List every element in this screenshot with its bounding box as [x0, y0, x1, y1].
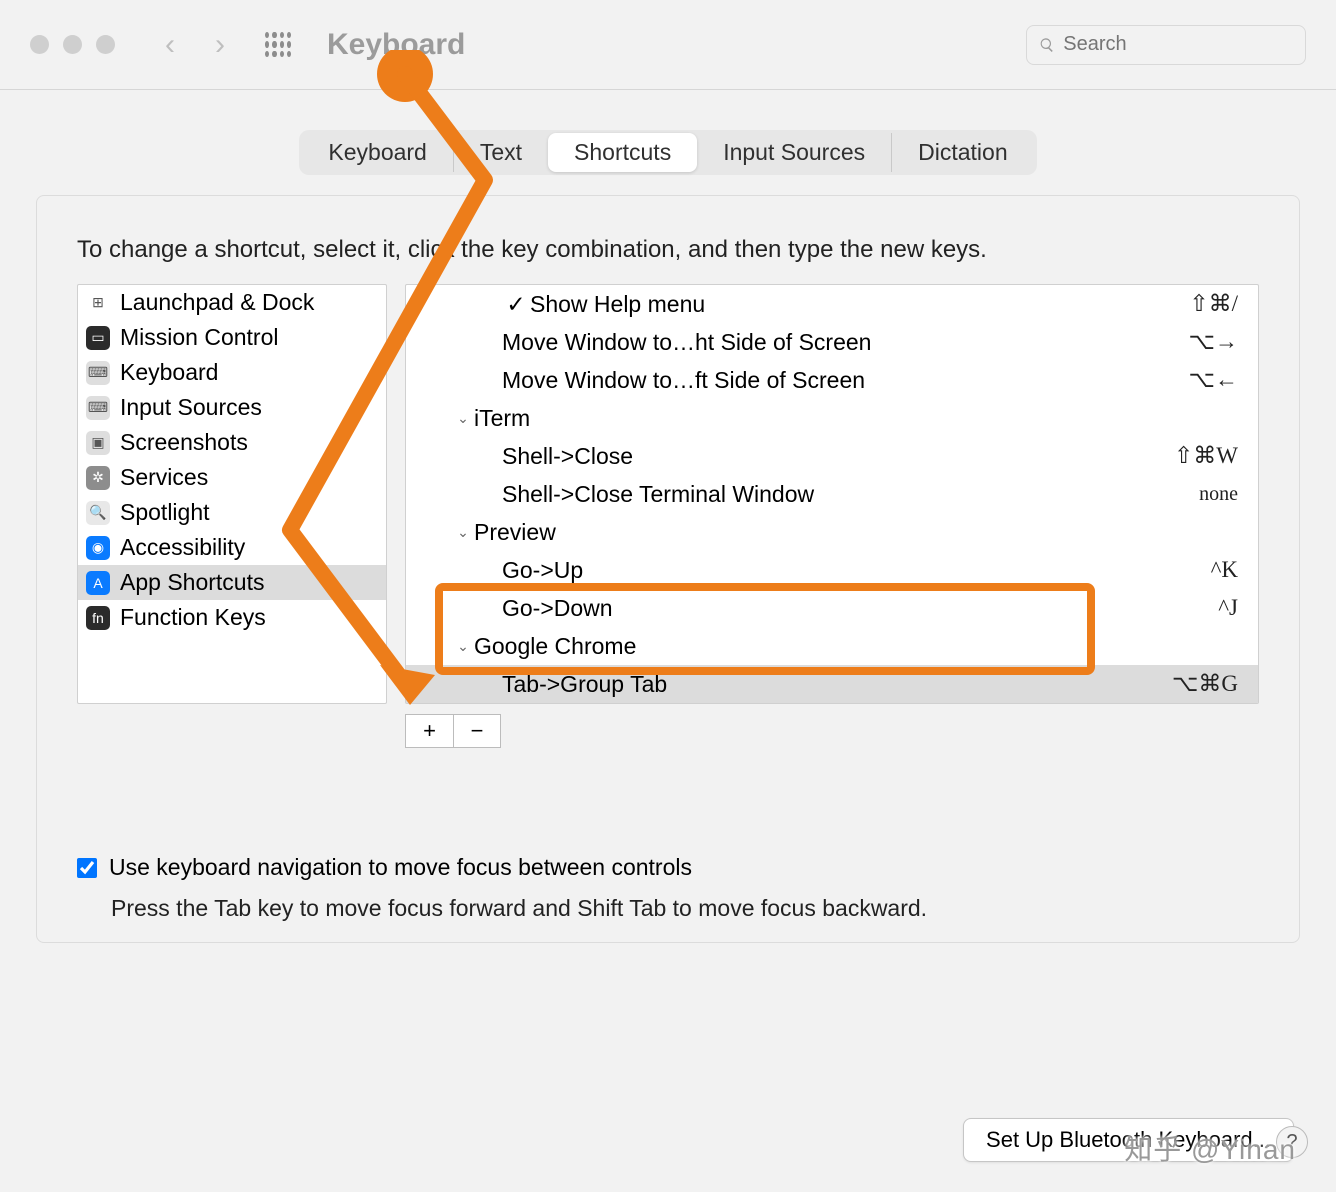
shortcut-row[interactable]: ✓Show Help menu⇧⌘/ [406, 285, 1258, 323]
sidebar-item-label: Mission Control [120, 324, 279, 351]
search-box[interactable] [1026, 25, 1306, 65]
category-icon: ⌨ [86, 361, 110, 385]
sidebar-item-screenshots[interactable]: ▣ Screenshots [78, 425, 386, 460]
shortcut-row[interactable]: Move Window to…ft Side of Screen⌥← [406, 361, 1258, 399]
shortcut-row[interactable]: Move Window to…ht Side of Screen⌥→ [406, 323, 1258, 361]
shortcut-keys[interactable]: ⇧⌘W [1174, 443, 1238, 469]
show-all-icon[interactable] [265, 32, 291, 58]
sidebar-item-launchpad-dock[interactable]: ⊞ Launchpad & Dock [78, 285, 386, 320]
shortcut-keys[interactable]: ⌥→ [1188, 329, 1238, 355]
category-icon: ◉ [86, 536, 110, 560]
checkbox-icon[interactable]: ✓ [502, 291, 530, 318]
back-button[interactable]: ‹ [165, 28, 175, 62]
sidebar-item-label: Accessibility [120, 534, 245, 561]
sidebar-item-mission-control[interactable]: ▭ Mission Control [78, 320, 386, 355]
shortcut-label: Show Help menu [530, 291, 1189, 318]
shortcut-label: Move Window to…ht Side of Screen [502, 329, 1188, 356]
shortcuts-list[interactable]: ✓Show Help menu⇧⌘/Move Window to…ht Side… [405, 284, 1259, 704]
sidebar-item-label: Keyboard [120, 359, 218, 386]
sidebar-item-label: Spotlight [120, 499, 210, 526]
shortcut-keys[interactable]: ⌥← [1188, 367, 1238, 393]
instruction-text: To change a shortcut, select it, click t… [77, 236, 1259, 264]
tab-text[interactable]: Text [453, 133, 548, 172]
shortcut-row[interactable]: Go->Down^J [406, 589, 1258, 627]
nav-arrows: ‹ › [165, 28, 225, 62]
sidebar-item-label: Function Keys [120, 604, 266, 631]
shortcut-keys[interactable]: ^J [1218, 595, 1238, 621]
shortcut-label: iTerm [474, 405, 1238, 432]
sidebar-item-function-keys[interactable]: fn Function Keys [78, 600, 386, 635]
chevron-down-icon[interactable]: ⌄ [452, 638, 474, 655]
shortcut-label: Shell->Close [502, 443, 1174, 470]
category-icon: ✲ [86, 466, 110, 490]
category-icon: 🔍 [86, 501, 110, 525]
shortcut-group[interactable]: ⌄Google Chrome [406, 627, 1258, 665]
search-input[interactable] [1063, 33, 1293, 56]
sidebar-item-keyboard[interactable]: ⌨ Keyboard [78, 355, 386, 390]
zoom-window-button[interactable] [96, 35, 115, 54]
tab-keyboard[interactable]: Keyboard [302, 133, 452, 172]
shortcut-keys[interactable]: ^K [1211, 557, 1238, 583]
sidebar-item-label: Services [120, 464, 208, 491]
shortcut-label: Preview [474, 519, 1238, 546]
tab-input-sources[interactable]: Input Sources [697, 133, 891, 172]
sidebar-item-label: Launchpad & Dock [120, 289, 314, 316]
forward-button[interactable]: › [215, 28, 225, 62]
watermark: 知乎 @Yinan [1124, 1128, 1296, 1168]
search-icon [1039, 36, 1055, 54]
shortcut-keys[interactable]: none [1199, 483, 1238, 506]
category-icon: ▣ [86, 431, 110, 455]
shortcut-label: Go->Down [502, 595, 1218, 622]
sidebar-item-label: Input Sources [120, 394, 262, 421]
remove-button[interactable]: − [453, 714, 501, 748]
keyboard-nav-label: Use keyboard navigation to move focus be… [109, 854, 692, 881]
shortcut-label: Tab->Group Tab [502, 671, 1172, 698]
shortcut-keys[interactable]: ⌥⌘G [1172, 671, 1238, 697]
sidebar-item-services[interactable]: ✲ Services [78, 460, 386, 495]
category-icon: fn [86, 606, 110, 630]
sidebar-item-accessibility[interactable]: ◉ Accessibility [78, 530, 386, 565]
category-icon: ⌨ [86, 396, 110, 420]
sidebar-item-input-sources[interactable]: ⌨ Input Sources [78, 390, 386, 425]
add-remove-buttons: + − [405, 714, 1259, 748]
category-icon: A [86, 571, 110, 595]
toolbar: ‹ › Keyboard [0, 0, 1336, 90]
shortcut-label: Go->Up [502, 557, 1211, 584]
sidebar-item-label: Screenshots [120, 429, 248, 456]
shortcut-label: Google Chrome [474, 633, 1238, 660]
shortcut-row[interactable]: Shell->Close⇧⌘W [406, 437, 1258, 475]
shortcut-group[interactable]: ⌄Preview [406, 513, 1258, 551]
category-icon: ⊞ [86, 291, 110, 315]
tab-shortcuts[interactable]: Shortcuts [548, 133, 697, 172]
shortcut-row[interactable]: Go->Up^K [406, 551, 1258, 589]
window-controls [30, 35, 115, 54]
add-button[interactable]: + [405, 714, 453, 748]
tabs-container: KeyboardTextShortcutsInput SourcesDictat… [36, 130, 1300, 175]
category-icon: ▭ [86, 326, 110, 350]
shortcut-row[interactable]: Tab->Group Tab⌥⌘G [406, 665, 1258, 703]
shortcut-row[interactable]: Shell->Close Terminal Windownone [406, 475, 1258, 513]
sidebar-item-spotlight[interactable]: 🔍 Spotlight [78, 495, 386, 530]
shortcut-label: Move Window to…ft Side of Screen [502, 367, 1188, 394]
sidebar-item-label: App Shortcuts [120, 569, 264, 596]
tab-dictation[interactable]: Dictation [891, 133, 1033, 172]
window-title: Keyboard [327, 28, 465, 62]
minimize-window-button[interactable] [63, 35, 82, 54]
chevron-down-icon[interactable]: ⌄ [452, 524, 474, 541]
chevron-down-icon[interactable]: ⌄ [452, 410, 474, 427]
close-window-button[interactable] [30, 35, 49, 54]
shortcut-group[interactable]: ⌄iTerm [406, 399, 1258, 437]
shortcut-keys[interactable]: ⇧⌘/ [1189, 291, 1238, 317]
shortcuts-panel: To change a shortcut, select it, click t… [36, 195, 1300, 943]
category-sidebar[interactable]: ⊞ Launchpad & Dock ▭ Mission Control ⌨ Keyboa… [77, 284, 387, 704]
sidebar-item-app-shortcuts[interactable]: A App Shortcuts [78, 565, 386, 600]
shortcut-label: Shell->Close Terminal Window [502, 481, 1199, 508]
keyboard-nav-checkbox[interactable] [77, 858, 97, 878]
keyboard-nav-hint: Press the Tab key to move focus forward … [111, 895, 1259, 922]
